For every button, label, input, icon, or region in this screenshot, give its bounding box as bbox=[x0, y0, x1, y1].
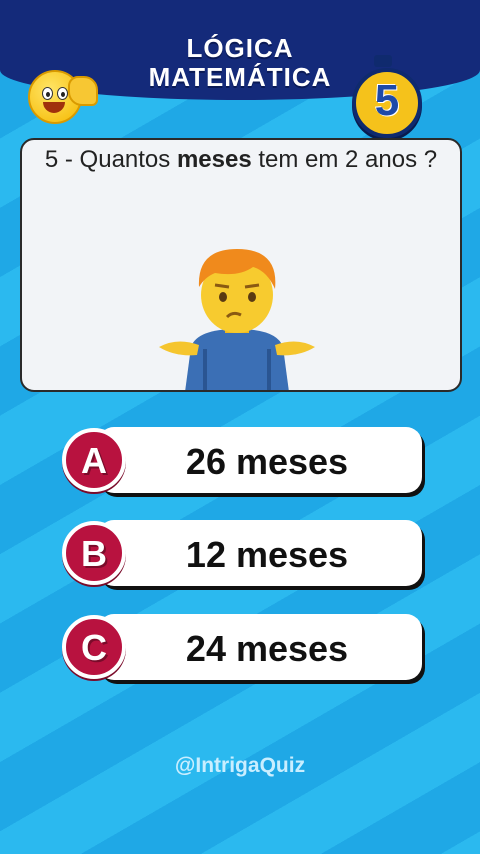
stopwatch-icon: 5 bbox=[352, 68, 422, 138]
question-prefix: 5 - Quantos bbox=[44, 146, 177, 173]
answer-letter-badge[interactable]: B bbox=[62, 521, 126, 585]
answer-option-b[interactable]: B 12 meses bbox=[62, 520, 422, 590]
answer-letter: C bbox=[81, 627, 107, 668]
answer-letter-badge[interactable]: A bbox=[62, 428, 126, 492]
answer-letter: A bbox=[81, 440, 107, 481]
answer-letter: B bbox=[81, 533, 107, 574]
answer-option-c[interactable]: C 24 meses bbox=[62, 614, 422, 684]
answer-text: 26 meses bbox=[185, 441, 349, 482]
stopwatch-stem-icon bbox=[374, 55, 392, 67]
title-line-1: LÓGICA bbox=[186, 33, 294, 63]
answer-text: 12 meses bbox=[185, 534, 349, 575]
answer-letter-badge[interactable]: C bbox=[62, 615, 126, 679]
question-bold-word: meses bbox=[176, 146, 252, 173]
question-text: 5 - Quantos meses tem em 2 anos ? bbox=[32, 146, 450, 174]
answer-text: 24 meses bbox=[185, 628, 349, 669]
waving-hand-icon bbox=[68, 76, 98, 106]
question-suffix: tem em 2 anos ? bbox=[251, 146, 438, 173]
timer-value: 5 bbox=[374, 76, 400, 125]
channel-handle: @IntrigaQuiz bbox=[174, 754, 306, 777]
answer-option-a[interactable]: A 26 meses bbox=[62, 427, 422, 497]
question-card: 5 - Quantos meses tem em 2 anos ? bbox=[20, 138, 462, 392]
person-shrugging-icon bbox=[159, 249, 315, 390]
